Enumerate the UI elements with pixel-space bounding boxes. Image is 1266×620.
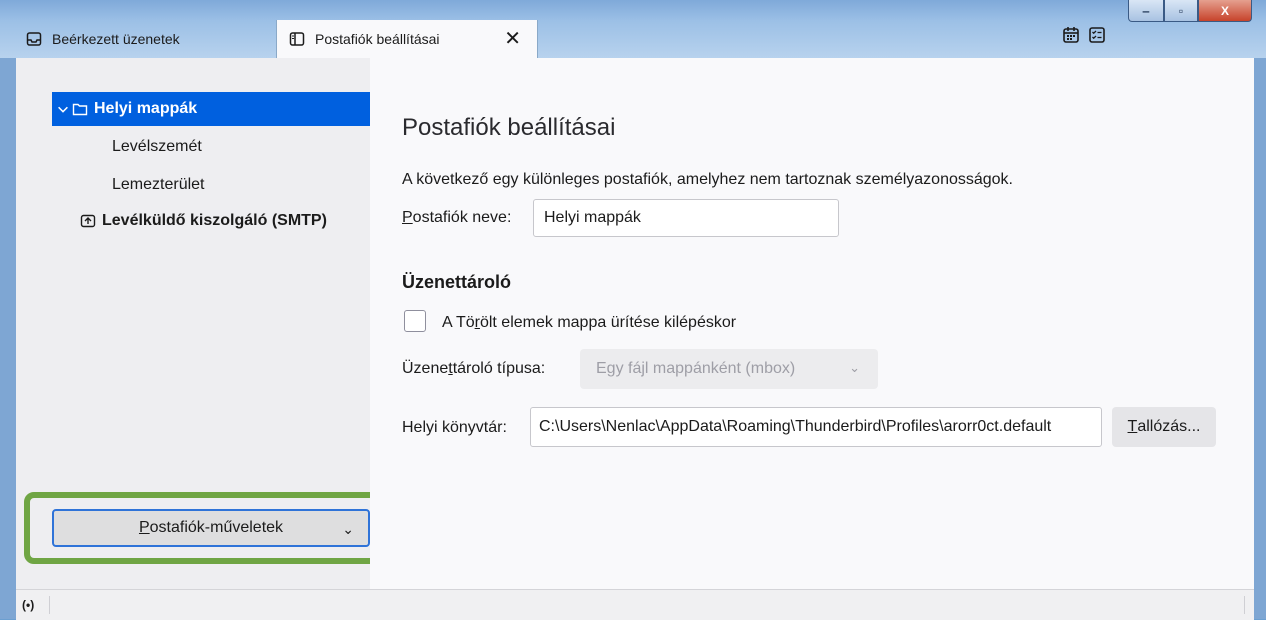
window-frame-right bbox=[1254, 58, 1266, 619]
chevron-down-icon: ⌄ bbox=[342, 521, 354, 537]
status-separator bbox=[1244, 596, 1245, 614]
account-settings-pane: Postafiók beállításai A következő egy kü… bbox=[370, 58, 1254, 589]
tasks-icon[interactable] bbox=[1088, 26, 1106, 44]
chevron-down-icon[interactable] bbox=[56, 101, 70, 117]
account-name-label: Postafiók neve: bbox=[402, 209, 512, 226]
maximize-button[interactable]: ▫ bbox=[1164, 0, 1198, 22]
account-actions-label: Postafiók-műveletek bbox=[138, 519, 284, 536]
empty-trash-label: A Törölt elemek mappa ürítése kilépéskor bbox=[442, 314, 737, 331]
page-title: Postafiók beállításai bbox=[402, 114, 616, 141]
close-tab-icon[interactable]: ✕ bbox=[504, 29, 521, 49]
folder-icon bbox=[72, 103, 88, 116]
tree-item-label: Lemezterület bbox=[112, 176, 205, 193]
tree-item-smtp[interactable]: Levélküldő kiszolgáló (SMTP) bbox=[52, 204, 370, 238]
store-type-label: Üzenettároló típusa: bbox=[402, 360, 546, 377]
account-settings-icon bbox=[289, 32, 305, 46]
local-directory-input[interactable]: C:\Users\Nenlac\AppData\Roaming\Thunderb… bbox=[530, 407, 1102, 447]
tree-item-disk-space[interactable]: Lemezterület bbox=[52, 168, 370, 202]
browse-button[interactable]: Tallózás... bbox=[1112, 407, 1216, 447]
local-directory-label: Helyi könyvtár: bbox=[402, 419, 507, 436]
online-status-icon[interactable]: (•) bbox=[22, 598, 34, 612]
tree-item-local-folders[interactable]: Helyi mappák bbox=[52, 92, 370, 126]
tab-inbox[interactable]: Beérkezett üzenetek bbox=[16, 20, 274, 58]
minimize-button[interactable]: ‒ bbox=[1128, 0, 1164, 22]
store-type-select[interactable]: Egy fájl mappánként (mbox) ⌄ bbox=[580, 349, 878, 389]
title-bar: Beérkezett üzenetek Postafiók beállítása… bbox=[0, 0, 1266, 60]
status-bar: (•) bbox=[16, 589, 1254, 620]
store-type-value: Egy fájl mappánként (mbox) bbox=[596, 360, 796, 377]
message-store-heading: Üzenettároló bbox=[402, 272, 512, 292]
status-separator bbox=[49, 596, 50, 614]
account-actions-button[interactable]: Postafiók-műveletek ⌄ bbox=[52, 509, 370, 547]
empty-trash-checkbox[interactable] bbox=[404, 310, 426, 332]
account-tree-sidebar: Helyi mappák Levélszemét Lemezterület Le… bbox=[16, 58, 388, 589]
account-name-input[interactable]: Helyi mappák bbox=[533, 199, 839, 237]
chevron-down-icon: ⌄ bbox=[849, 360, 860, 375]
inbox-icon bbox=[26, 32, 42, 46]
account-description: A következő egy különleges postafiók, am… bbox=[402, 171, 1013, 188]
tree-item-label: Levélszemét bbox=[112, 138, 202, 155]
calendar-icon[interactable] bbox=[1062, 26, 1080, 44]
tree-item-junk[interactable]: Levélszemét bbox=[52, 130, 370, 164]
tree-item-label: Levélküldő kiszolgáló (SMTP) bbox=[102, 212, 327, 229]
tab-account-settings[interactable]: Postafiók beállításai ✕ bbox=[276, 20, 538, 58]
close-window-button[interactable]: X bbox=[1198, 0, 1252, 22]
window-frame-left bbox=[0, 58, 16, 619]
tree-item-label: Helyi mappák bbox=[94, 100, 198, 117]
tab-label: Beérkezett üzenetek bbox=[52, 31, 180, 47]
tab-label: Postafiók beállításai bbox=[315, 31, 440, 47]
smtp-server-icon bbox=[80, 214, 96, 228]
